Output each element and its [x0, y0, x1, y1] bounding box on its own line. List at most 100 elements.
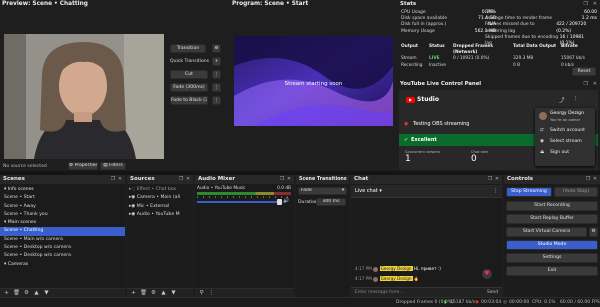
list-item[interactable]: ▾ Info scenes	[0, 186, 125, 194]
dock-float-icon[interactable]: ❐	[585, 176, 591, 182]
dock-close-icon[interactable]: ✕	[286, 176, 292, 182]
dock-close-icon[interactable]: ✕	[592, 176, 598, 182]
properties-button[interactable]: ⚙ Properties	[68, 162, 98, 170]
start-recording-button[interactable]: Start Recording	[506, 201, 598, 211]
heart-icon[interactable]: ♥	[482, 269, 492, 279]
list-item[interactable]: ▸◉ Mic • External	[127, 203, 193, 211]
move-down-icon[interactable]: ▼	[43, 290, 50, 297]
status-bar: Dropped Frames 0 (0.0%) ▮ 15187 kb/s ◉ 0…	[0, 297, 600, 307]
youtube-logo-icon: ▶	[406, 97, 415, 103]
send-button[interactable]: Send	[487, 290, 498, 295]
remove-icon[interactable]: 🗑	[140, 290, 147, 297]
add-quick-transition-button[interactable]: +	[212, 57, 221, 66]
youtube-dock: YouTube Live Control Panel ❐ ✕ ▶ Studio …	[397, 80, 600, 171]
transition-select[interactable]: Fade ▾	[298, 187, 347, 195]
duration-input[interactable]: 300 ms	[316, 198, 346, 206]
gear-icon[interactable]: ⚙	[212, 44, 221, 53]
sign-out-icon: ⏏	[540, 150, 545, 155]
cut-menu-icon[interactable]: ⋮	[212, 70, 221, 79]
reset-button[interactable]: Reset	[572, 67, 596, 76]
sign-out-item[interactable]: ⏏ Sign out	[535, 149, 595, 159]
list-item[interactable]: ▾ Main scenes	[0, 219, 125, 227]
dock-close-icon[interactable]: ✕	[185, 176, 191, 182]
more-options-icon[interactable]: ⋮	[573, 96, 579, 102]
dock-float-icon[interactable]: ❐	[178, 176, 184, 182]
dock-close-icon[interactable]: ✕	[593, 1, 597, 7]
visibility-icon[interactable]: ▸◉	[129, 212, 137, 217]
link-icon[interactable]: ⚲	[198, 290, 205, 297]
settings-icon[interactable]: ⚙	[150, 290, 157, 297]
more-options-icon[interactable]: ⋮	[208, 290, 215, 297]
list-item[interactable]: ▸◌ Effect • Chat box	[127, 186, 193, 194]
youtube-title: YouTube Live Control Panel	[400, 81, 482, 87]
list-item[interactable]: Scene • Away	[0, 203, 125, 211]
exit-button[interactable]: Exit	[506, 266, 598, 276]
list-item[interactable]: Scene • Chatting	[0, 227, 125, 236]
program-canvas[interactable]: Stream starting soon	[234, 36, 393, 126]
remove-icon[interactable]: 🗑	[13, 290, 20, 297]
list-item[interactable]: Scene • Desktop w/o camera	[0, 252, 125, 260]
dock-close-icon[interactable]: ✕	[494, 176, 500, 182]
more-options-icon[interactable]: ⋮	[493, 188, 498, 194]
move-up-icon[interactable]: ▲	[160, 290, 167, 297]
transition-button[interactable]: Transition	[170, 44, 206, 53]
fade-black-menu-icon[interactable]: ⋮	[212, 96, 221, 105]
select-stream-item[interactable]: ◉ Select stream	[535, 138, 595, 148]
mute-icon[interactable]: 🔊	[283, 198, 289, 204]
replay-buffer-button[interactable]: Start Replay Buffer	[506, 214, 598, 224]
visibility-icon[interactable]: ▸◌	[129, 187, 137, 192]
check-icon: ✔	[404, 137, 409, 143]
volume-slider-handle[interactable]	[277, 199, 282, 205]
list-item[interactable]: Scene • Desktop w/o camera	[0, 244, 125, 252]
volume-slider[interactable]	[197, 201, 281, 203]
scene-transitions-title: Scene Transitions	[296, 175, 349, 184]
list-item[interactable]: ▾ Cameras	[0, 261, 125, 269]
audio-channel-name: Audio • YouTube Music	[197, 186, 246, 191]
dock-float-icon[interactable]: ❐	[487, 176, 493, 182]
filters-button[interactable]: ▤ Filters	[100, 162, 126, 170]
dock-float-icon[interactable]: ❐	[584, 81, 588, 87]
list-item[interactable]: Scene • Thank you	[0, 211, 125, 219]
rec-time: 00:00:00	[509, 300, 530, 305]
virtual-camera-settings-icon[interactable]: ⚙	[589, 227, 598, 237]
move-up-icon[interactable]: ▲	[33, 290, 40, 297]
studio-mode-button[interactable]: Studio Mode	[506, 240, 598, 250]
output-row-recording: Recording Inactive 0 B 0 kb/s	[401, 62, 575, 68]
visibility-icon[interactable]: ▸◉	[129, 195, 137, 200]
scenes-title: Scenes ❐ ✕	[0, 175, 125, 184]
share-icon[interactable]: ⤴	[559, 96, 565, 104]
dock-float-icon[interactable]: ❐	[110, 176, 116, 182]
fade-black-button[interactable]: Fade to Black (300ms)	[170, 96, 208, 105]
chat-message: 4:17 PM Georgy Dezign Hi, привет :)	[355, 266, 441, 272]
switch-account-item[interactable]: ⇄ Switch account	[535, 127, 595, 137]
virtual-camera-button[interactable]: Start Virtual Camera	[506, 227, 587, 237]
audio-meter	[197, 192, 291, 195]
list-item[interactable]: Scene • Start	[0, 194, 125, 202]
stop-streaming-button[interactable]: Stop Streaming	[506, 187, 552, 197]
auto-stop-button[interactable]: (Auto Stop)	[554, 187, 598, 197]
dock-float-icon[interactable]: ❐	[584, 1, 588, 7]
chat-input[interactable]: Enter message here... Send	[351, 287, 502, 297]
list-item[interactable]: ▸◉ Camera • Main (all	[127, 194, 193, 202]
preview-canvas[interactable]	[4, 34, 164, 159]
live-chat-dropdown[interactable]: Live chat ▾	[355, 188, 382, 194]
quick-transitions-label: Quick Transitions	[170, 59, 210, 64]
controls-dock: Controls ❐ ✕ Stop Streaming (Auto Stop) St…	[504, 175, 600, 297]
visibility-icon[interactable]: ▸◉	[129, 204, 137, 209]
fade-button[interactable]: Fade (300ms)	[170, 83, 208, 92]
dock-float-icon[interactable]: ❐	[279, 176, 285, 182]
dock-close-icon[interactable]: ✕	[117, 176, 123, 182]
output-table: Output Status Dropped Frames (Network) T…	[401, 44, 597, 69]
viewers-value: 1	[405, 154, 411, 164]
add-icon[interactable]: +	[3, 290, 10, 297]
no-source-label: No source selected	[3, 164, 47, 169]
dock-close-icon[interactable]: ✕	[593, 81, 597, 87]
fade-menu-icon[interactable]: ⋮	[212, 83, 221, 92]
cut-button[interactable]: Cut	[170, 70, 208, 79]
add-icon[interactable]: +	[130, 290, 137, 297]
move-down-icon[interactable]: ▼	[170, 290, 177, 297]
list-item[interactable]: ▸◉ Audio • YouTube M	[127, 211, 193, 219]
settings-button[interactable]: Settings	[506, 253, 598, 263]
settings-icon[interactable]: ⚙	[23, 290, 30, 297]
list-item[interactable]: Scene • Main w/o camera	[0, 236, 125, 244]
